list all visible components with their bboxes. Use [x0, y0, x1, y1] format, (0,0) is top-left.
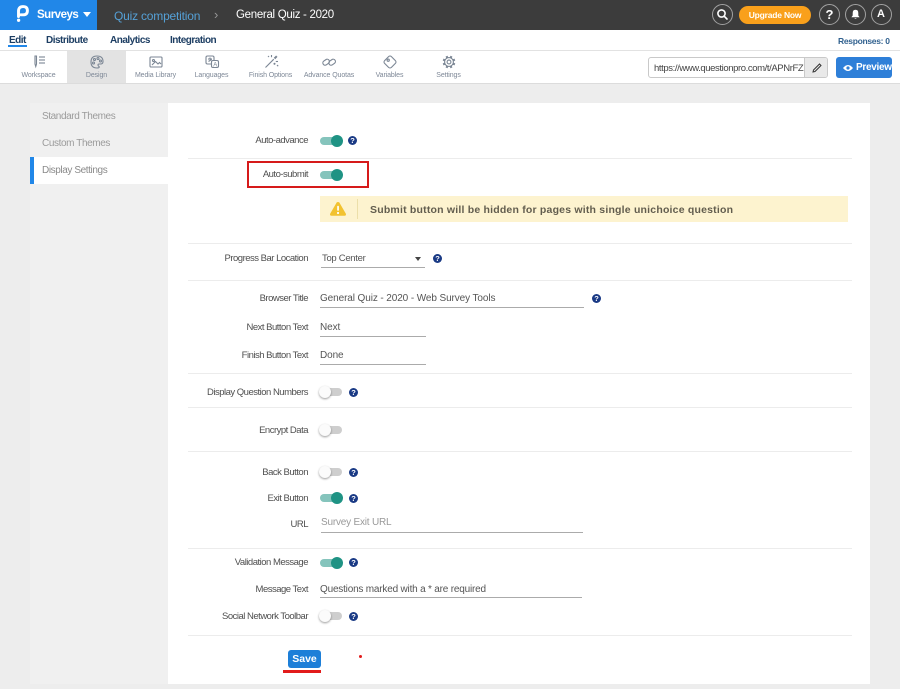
svg-text:A: A: [213, 62, 217, 68]
